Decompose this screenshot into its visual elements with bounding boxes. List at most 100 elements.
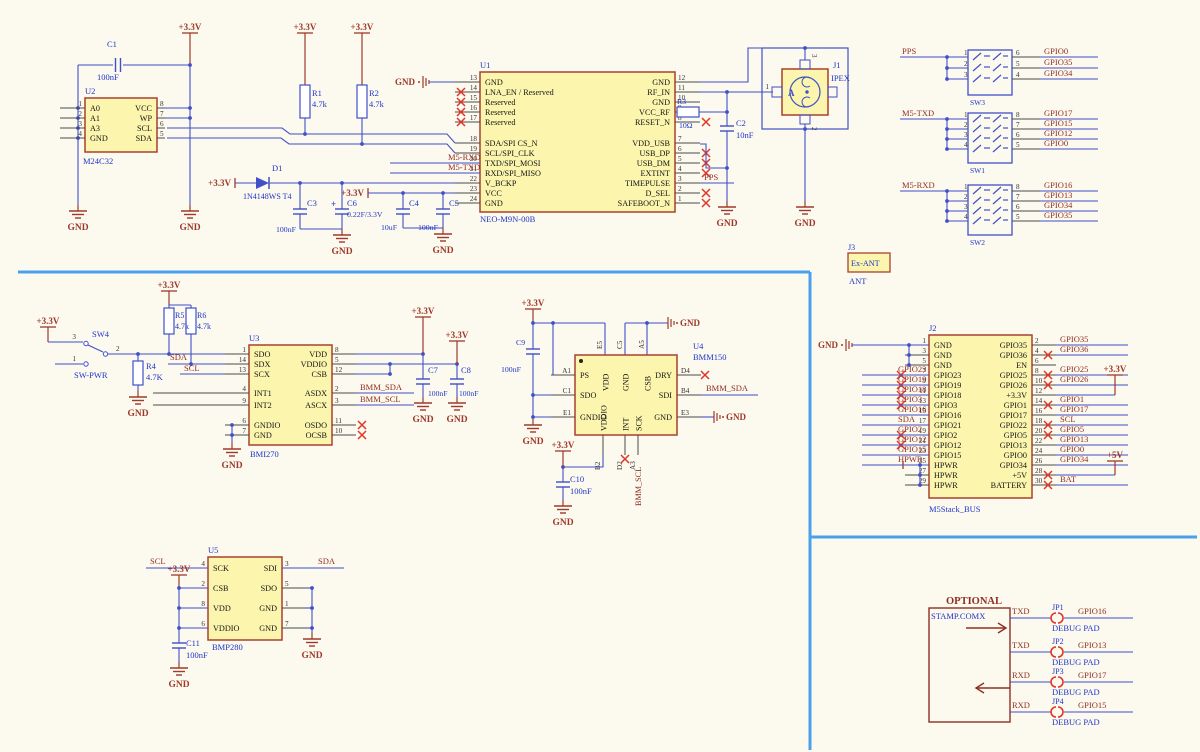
net-label: HPWR bbox=[898, 454, 923, 464]
net-label: GPIO34 bbox=[1060, 454, 1089, 464]
pin-name: GPIO1 bbox=[1004, 401, 1027, 410]
pin-number: 4 bbox=[242, 385, 246, 393]
ref-designator: JP1 bbox=[1052, 603, 1064, 612]
pin-name: VDDIO bbox=[213, 624, 239, 633]
power-label: +5V bbox=[1107, 450, 1124, 460]
power-label: +3.3V bbox=[446, 330, 469, 340]
value-label: 4.7K bbox=[146, 372, 164, 382]
power-label: +3.3V bbox=[522, 298, 545, 308]
pin-number: 2 bbox=[1035, 337, 1039, 345]
pin-number: 2 bbox=[678, 185, 682, 193]
pin-number: E5 bbox=[596, 341, 604, 349]
part-label: M5Stack_BUS bbox=[929, 504, 981, 514]
pin-number: 4 bbox=[78, 130, 82, 138]
net-label: TXD bbox=[1012, 606, 1029, 616]
pin-number: 7 bbox=[242, 427, 246, 435]
pad-label: DEBUG PAD bbox=[1052, 687, 1100, 697]
pin-name: SCX bbox=[254, 370, 270, 379]
net-label: GPIO15 bbox=[1078, 700, 1106, 710]
part-label: STAMP.COMX bbox=[931, 611, 985, 621]
power-label: +3.3V bbox=[351, 22, 374, 32]
junction-dot bbox=[918, 483, 922, 487]
ref-designator: R6 bbox=[197, 311, 206, 320]
polarity-label: + bbox=[331, 199, 336, 209]
pin-number: 28 bbox=[1035, 467, 1043, 475]
value-label: 4.7k bbox=[175, 322, 189, 331]
net-label: GPIO12 bbox=[1044, 128, 1072, 138]
pin-name: DRY bbox=[655, 371, 672, 380]
pin-number: 8 bbox=[1016, 183, 1020, 191]
pin-number: 12 bbox=[335, 366, 343, 374]
junction-dot bbox=[907, 343, 911, 347]
pin-name: SDO bbox=[580, 391, 596, 400]
net-label: SCL bbox=[1060, 414, 1076, 424]
pin-number: B4 bbox=[681, 387, 690, 395]
value-label: 100nF bbox=[570, 486, 592, 496]
net-label: GPIO0 bbox=[1044, 138, 1068, 148]
gnd-label: GND bbox=[179, 223, 200, 233]
pin-number: 4 bbox=[1016, 71, 1020, 79]
pin-number: 5 bbox=[678, 155, 682, 163]
pin-number: 8 bbox=[335, 346, 339, 354]
pin-name: TIMEPULSE bbox=[625, 179, 670, 188]
power-label: +3.3V bbox=[158, 280, 181, 290]
part-label: M24C32 bbox=[83, 156, 113, 166]
pin-name: GND bbox=[90, 134, 108, 143]
pin-name: SAFEBOOT_N bbox=[618, 199, 670, 208]
pin-number: A1 bbox=[562, 367, 571, 375]
pin-number: 22 bbox=[470, 175, 478, 183]
ref-designator: SW4 bbox=[92, 329, 110, 339]
pin-name: OCSB bbox=[306, 431, 328, 440]
pin-number: 10 bbox=[335, 427, 343, 435]
pin-name: GPIO13 bbox=[1000, 441, 1027, 450]
pin-name: CSB bbox=[312, 370, 328, 379]
junction-dot bbox=[945, 77, 949, 81]
pin-name: VDD bbox=[309, 350, 327, 359]
pin-name: SDX bbox=[254, 360, 270, 369]
pin-number: 3 bbox=[678, 175, 682, 183]
gnd-label: GND bbox=[67, 223, 88, 233]
ref-designator: U5 bbox=[208, 545, 218, 555]
pin-number: 2 bbox=[116, 345, 120, 353]
pin-name: PS bbox=[580, 371, 590, 380]
pin-name: GPIO0 bbox=[1004, 451, 1027, 460]
value-label: 100nF bbox=[418, 223, 439, 232]
center-pin bbox=[805, 90, 808, 93]
pin-name: GND bbox=[652, 78, 670, 87]
pin-name: GND bbox=[652, 98, 670, 107]
net-label: BMM_SDA bbox=[360, 382, 403, 392]
net-label: BMM_SCL bbox=[634, 467, 643, 506]
part-label: SW-PWR bbox=[74, 370, 108, 380]
pin-name: VDD bbox=[602, 373, 611, 391]
pin-number: 24 bbox=[470, 195, 478, 203]
pin-number: 20 bbox=[1035, 427, 1043, 435]
pin-name: GND bbox=[654, 413, 672, 422]
pin-name: CSB bbox=[644, 376, 653, 391]
junction-dot bbox=[945, 66, 949, 70]
ref-designator: C6 bbox=[347, 198, 357, 208]
ref-designator: U3 bbox=[249, 333, 259, 343]
pin-name: GPIO23 bbox=[934, 371, 961, 380]
net-label: M5-RXD bbox=[448, 152, 481, 162]
pin-name: SCL/SPI_CLK bbox=[485, 149, 535, 158]
junction-dot bbox=[945, 127, 949, 131]
pin-name: GPIO19 bbox=[934, 381, 961, 390]
pin-name: GND bbox=[934, 361, 952, 370]
pin-name: GND bbox=[259, 624, 277, 633]
net-label: GPIO13 bbox=[1060, 434, 1088, 444]
net-label: RXD bbox=[1012, 670, 1030, 680]
pin-name: SDO bbox=[261, 584, 277, 593]
pin-number: D4 bbox=[681, 367, 690, 375]
pin-number: 2 bbox=[810, 127, 818, 131]
net-label: GPIO34 bbox=[1044, 68, 1073, 78]
pin-name: GND bbox=[622, 373, 631, 391]
gnd-label: GND bbox=[331, 247, 352, 257]
value-label: 100nF bbox=[501, 365, 522, 374]
pin-name: ASCX bbox=[305, 401, 327, 410]
pin-number: 7 bbox=[285, 620, 289, 628]
pin-name: Reserved bbox=[485, 98, 515, 107]
pin-number: C5 bbox=[616, 340, 624, 349]
pin-number: 6 bbox=[1016, 49, 1020, 57]
junction-dot bbox=[907, 353, 911, 357]
pin-letter: A bbox=[788, 88, 795, 98]
